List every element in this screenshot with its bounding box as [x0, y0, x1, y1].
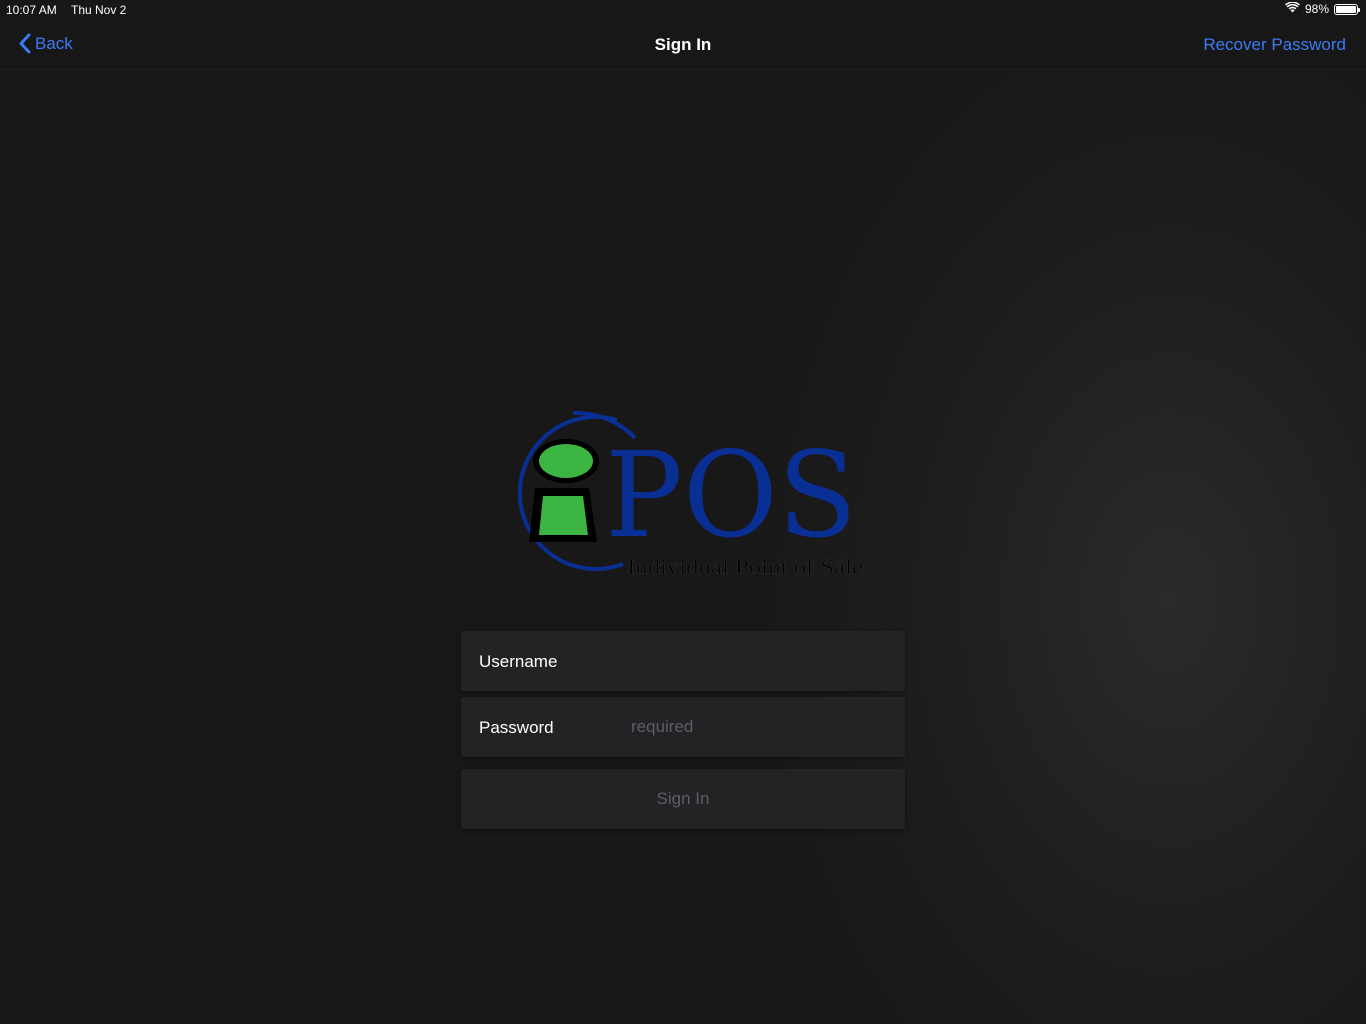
battery-fill	[1336, 5, 1356, 13]
status-time: 10:07 AM	[6, 3, 57, 17]
username-label: Username	[479, 652, 558, 671]
navigation-bar: Back Sign In Recover Password	[0, 20, 1366, 70]
status-indicators: 98%	[1284, 1, 1360, 16]
wifi-icon	[1284, 1, 1300, 16]
sign-in-button[interactable]: Sign In	[461, 769, 905, 829]
logo-wordmark: POS	[605, 426, 857, 564]
ipos-logo: POS Individual Point of Sale	[495, 408, 870, 583]
battery-percent: 98%	[1304, 2, 1329, 16]
password-label: Password	[479, 718, 554, 737]
page-title: Sign In	[654, 35, 712, 54]
status-date: Thu Nov 2	[71, 3, 127, 17]
username-input[interactable]	[631, 631, 891, 691]
logo-tagline: Individual Point of Sale	[627, 554, 863, 579]
password-row[interactable]: Password	[461, 697, 905, 757]
battery-icon	[1334, 3, 1360, 15]
username-row[interactable]: Username	[461, 631, 905, 691]
status-bar: 10:07 AM Thu Nov 2 98%	[0, 0, 1366, 20]
password-input[interactable]	[631, 697, 891, 757]
recover-password-button[interactable]: Recover Password	[1203, 35, 1346, 55]
